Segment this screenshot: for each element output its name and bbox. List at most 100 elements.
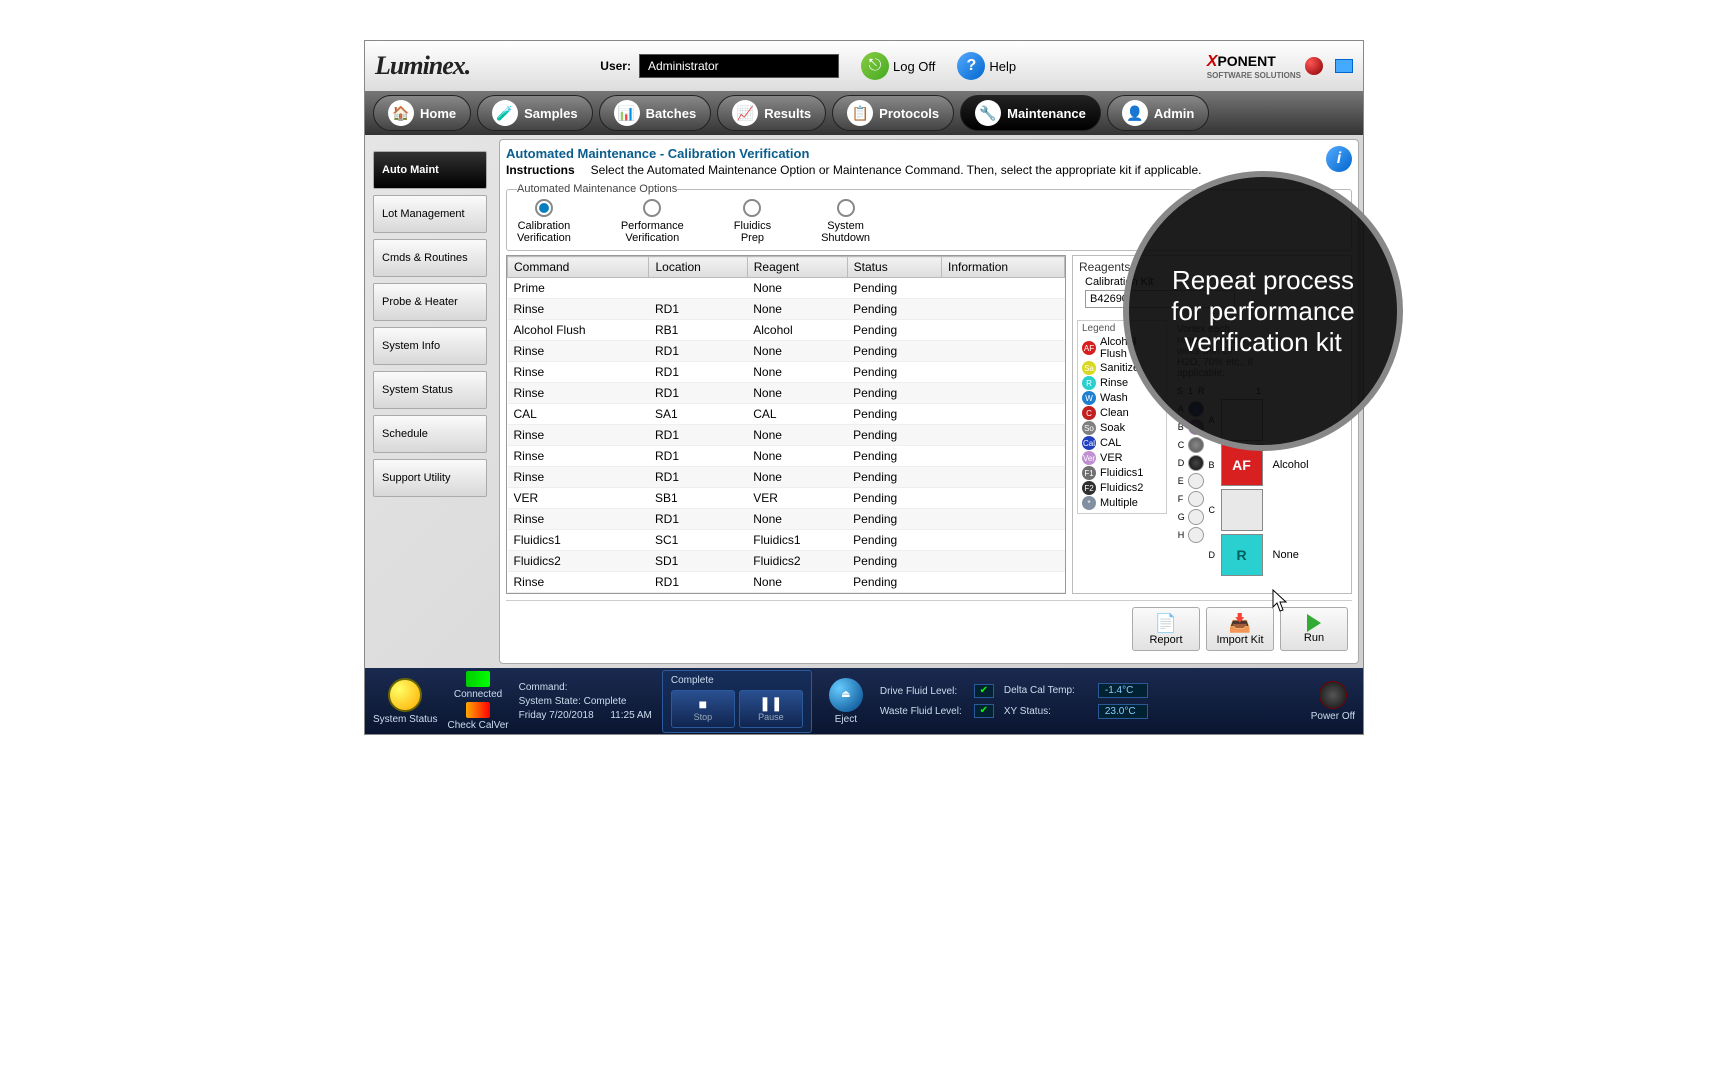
reservoir-d-r[interactable]: R — [1221, 534, 1263, 576]
option-calibration-verification[interactable]: CalibrationVerification — [517, 199, 571, 244]
col-information[interactable]: Information — [942, 257, 1065, 278]
sidebar-item-auto-maint[interactable]: Auto Maint — [373, 151, 487, 189]
help-icon: ? — [957, 52, 985, 80]
tab-icon: 📋 — [847, 100, 873, 126]
legend-dot-icon: So — [1082, 421, 1096, 435]
option-fluidics-prep[interactable]: FluidicsPrep — [734, 199, 771, 244]
well[interactable] — [1188, 455, 1204, 471]
table-row[interactable]: RinseRD1NonePending — [508, 425, 1065, 446]
tab-home[interactable]: 🏠Home — [373, 95, 471, 131]
status-bar: System Status Connected Check CalVer Com… — [365, 668, 1363, 734]
user-field[interactable] — [639, 54, 839, 78]
sidebar-item-schedule[interactable]: Schedule — [373, 415, 487, 453]
option-system-shutdown[interactable]: SystemShutdown — [821, 199, 870, 244]
brand-name: PONENT — [1217, 53, 1275, 69]
report-label: Report — [1149, 634, 1182, 646]
well[interactable] — [1188, 473, 1204, 489]
brand-sub: SOFTWARE SOLUTIONS — [1207, 71, 1301, 80]
import-label: Import Kit — [1216, 634, 1263, 646]
brand-x: X — [1207, 53, 1218, 70]
logoff-button[interactable]: ⎋ Log Off — [861, 52, 935, 80]
legend-dot-icon: W — [1082, 391, 1096, 405]
legend-item: SoSoak — [1082, 421, 1162, 435]
table-row[interactable]: Alcohol FlushRB1AlcoholPending — [508, 320, 1065, 341]
options-legend: Automated Maintenance Options — [517, 183, 677, 195]
table-row[interactable]: RinseRD1NonePending — [508, 467, 1065, 488]
table-row[interactable]: RinseRD1NonePending — [508, 446, 1065, 467]
table-row[interactable]: Fluidics1SC1Fluidics1Pending — [508, 530, 1065, 551]
well[interactable] — [1188, 509, 1204, 525]
table-row[interactable]: Fluidics2SD1Fluidics2Pending — [508, 551, 1065, 572]
table-row[interactable]: RinseRD1NonePending — [508, 383, 1065, 404]
app-header: Luminex. User: ⎋ Log Off ? Help XPONENT … — [365, 41, 1363, 91]
brand-dot-icon — [1305, 57, 1323, 75]
legend-dot-icon: AF — [1082, 341, 1096, 355]
system-status-label: System Status — [373, 714, 437, 725]
legend-dot-icon: R — [1082, 376, 1096, 390]
xy-status-label: XY Status: — [1004, 706, 1094, 717]
status-date: Friday 7/20/2018 — [519, 710, 594, 721]
tab-icon: 📊 — [614, 100, 640, 126]
tab-results[interactable]: 📈Results — [717, 95, 826, 131]
radio-icon — [535, 199, 553, 217]
check-calver-icon[interactable] — [466, 702, 490, 718]
table-row[interactable]: CALSA1CALPending — [508, 404, 1065, 425]
legend-dot-icon: Cal — [1082, 436, 1096, 450]
table-row[interactable]: VERSB1VERPending — [508, 488, 1065, 509]
sidebar-item-system-status[interactable]: System Status — [373, 371, 487, 409]
table-row[interactable]: PrimeNonePending — [508, 278, 1065, 299]
run-button[interactable]: Run — [1280, 607, 1348, 651]
logoff-label: Log Off — [893, 59, 935, 74]
table-row[interactable]: RinseRD1NonePending — [508, 341, 1065, 362]
pause-icon: ❚❚ — [759, 695, 782, 712]
legend-item: F1Fluidics1 — [1082, 466, 1162, 480]
import-kit-button[interactable]: 📥 Import Kit — [1206, 607, 1274, 651]
warning-light-icon[interactable] — [388, 678, 422, 712]
reservoir-c[interactable] — [1221, 489, 1263, 531]
tab-icon: 🧪 — [492, 100, 518, 126]
table-row[interactable]: RinseRD1NonePending — [508, 509, 1065, 530]
col-location[interactable]: Location — [649, 257, 747, 278]
connected-icon — [466, 671, 490, 687]
sidebar-item-lot-management[interactable]: Lot Management — [373, 195, 487, 233]
col-reagent[interactable]: Reagent — [747, 257, 847, 278]
power-off-button[interactable] — [1319, 681, 1347, 709]
user-label: User: — [600, 59, 631, 73]
table-row[interactable]: RinseRD1NonePending — [508, 572, 1065, 593]
legend-dot-icon: F1 — [1082, 466, 1096, 480]
table-row[interactable]: RinseRD1NonePending — [508, 362, 1065, 383]
sidebar-item-support-utility[interactable]: Support Utility — [373, 459, 487, 497]
eject-button[interactable]: ⏏ Eject — [822, 678, 870, 725]
pause-button[interactable]: ❚❚Pause — [739, 690, 803, 728]
tab-maintenance[interactable]: 🔧Maintenance — [960, 95, 1101, 131]
callout-text: Repeat process for performance verificat… — [1159, 265, 1367, 358]
well[interactable] — [1188, 491, 1204, 507]
tab-icon: 👤 — [1122, 100, 1148, 126]
main-tab-bar: 🏠Home🧪Samples📊Batches📈Results📋Protocols🔧… — [365, 91, 1363, 135]
help-button[interactable]: ? Help — [957, 52, 1016, 80]
command-table[interactable]: CommandLocationReagentStatusInformation … — [506, 255, 1066, 594]
tab-batches[interactable]: 📊Batches — [599, 95, 712, 131]
tab-protocols[interactable]: 📋Protocols — [832, 95, 954, 131]
col-status[interactable]: Status — [847, 257, 941, 278]
window-icon[interactable] — [1335, 59, 1353, 73]
legend-item: *Multiple — [1082, 496, 1162, 510]
tab-admin[interactable]: 👤Admin — [1107, 95, 1209, 131]
radio-icon — [643, 199, 661, 217]
sidebar-item-probe-heater[interactable]: Probe & Heater — [373, 283, 487, 321]
well[interactable] — [1188, 527, 1204, 543]
option-performance-verification[interactable]: PerformanceVerification — [621, 199, 684, 244]
sidebar-item-cmds-routines[interactable]: Cmds & Routines — [373, 239, 487, 277]
well[interactable] — [1188, 437, 1204, 453]
play-icon — [1307, 614, 1321, 632]
sys-state-value: Complete — [584, 696, 627, 707]
tab-samples[interactable]: 🧪Samples — [477, 95, 592, 131]
info-icon[interactable]: i — [1326, 146, 1352, 172]
sidebar-item-system-info[interactable]: System Info — [373, 327, 487, 365]
col-command[interactable]: Command — [508, 257, 649, 278]
check-calver-label: Check CalVer — [447, 720, 508, 731]
callout-bubble: Repeat process for performance verificat… — [1123, 171, 1403, 451]
report-button[interactable]: 📄 Report — [1132, 607, 1200, 651]
stop-button[interactable]: ■Stop — [671, 690, 735, 728]
table-row[interactable]: RinseRD1NonePending — [508, 299, 1065, 320]
